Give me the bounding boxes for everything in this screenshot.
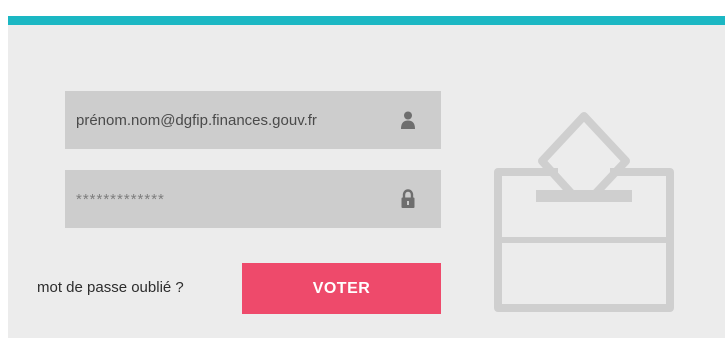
vote-button[interactable]: VOTER (242, 263, 441, 314)
email-field[interactable] (65, 91, 441, 149)
login-panel: mot de passe oublié ? VOTER (8, 16, 725, 338)
email-input[interactable] (65, 91, 365, 149)
forgot-password-link[interactable]: mot de passe oublié ? (37, 279, 184, 296)
lock-icon (401, 189, 415, 208)
accent-bar (8, 16, 725, 25)
ballot-box-icon (494, 112, 674, 312)
user-icon (401, 111, 415, 129)
password-input[interactable] (65, 170, 365, 228)
password-field[interactable] (65, 170, 441, 228)
login-screen: mot de passe oublié ? VOTER (0, 0, 725, 338)
